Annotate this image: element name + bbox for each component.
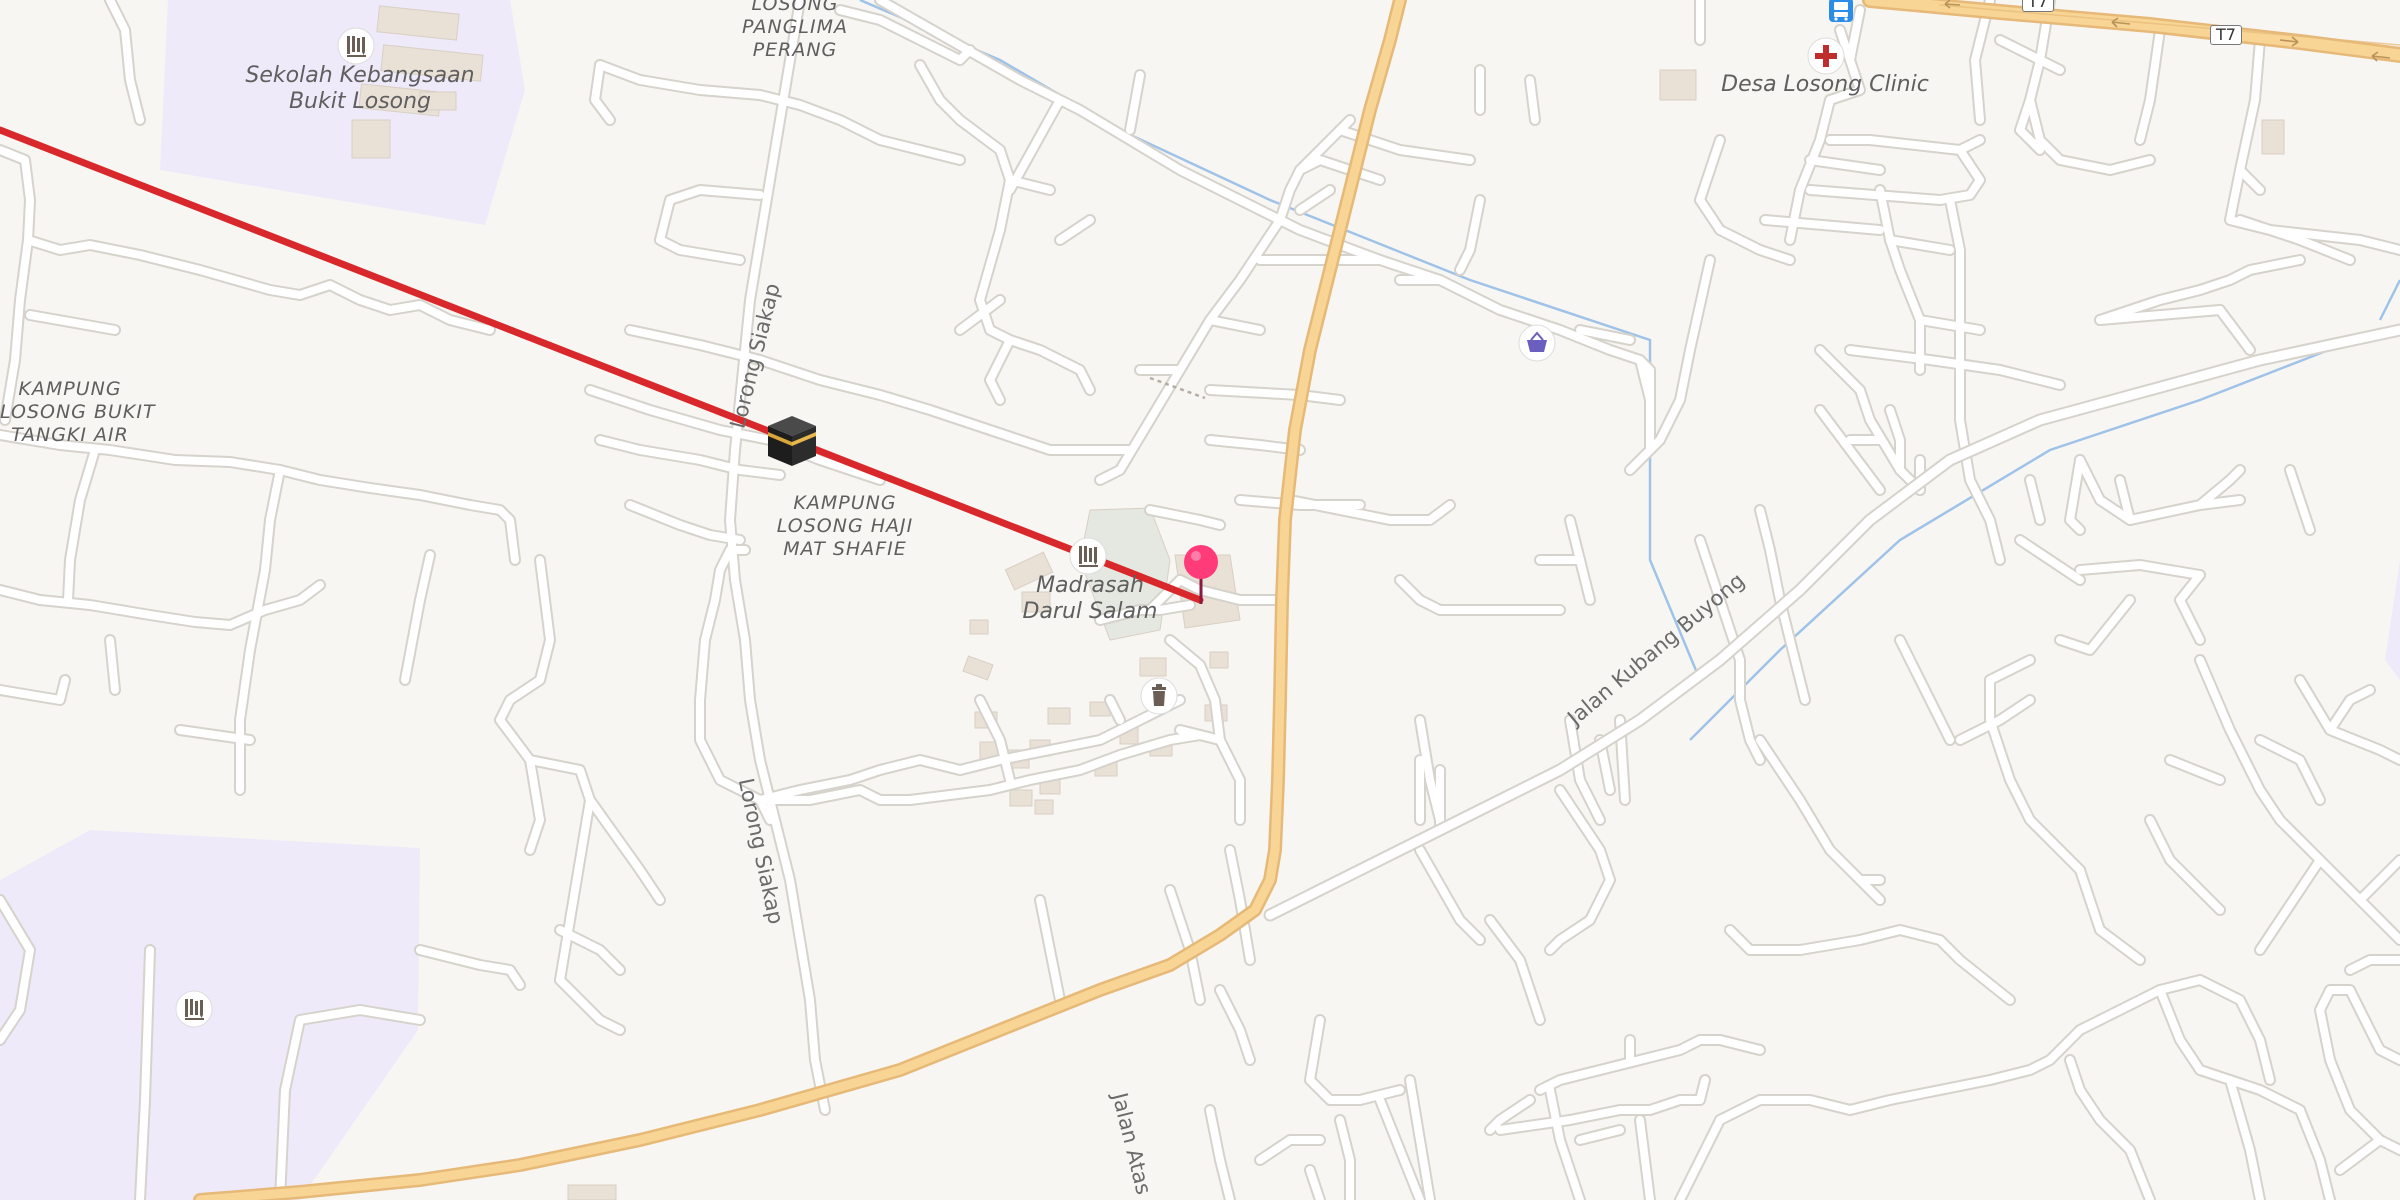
minor-road [2216,306,2254,354]
poi-label-line: Madrasah [1036,573,1144,598]
location-pin-icon[interactable] [1178,542,1224,608]
clinic-cross-icon[interactable] [1806,36,1846,76]
minor-road [1546,1086,1584,1200]
minor-road [1916,316,1984,334]
minor-road [1636,1116,1654,1200]
minor-road [1676,1116,1724,1200]
minor-road [956,116,1004,154]
minor-road [1006,96,1064,194]
minor-road [1761,216,1884,234]
poi-label-line: Sekolah Kebangsaan [245,63,475,88]
school-icon[interactable] [174,989,214,1029]
place-label-line: LOSONG HAJI [776,514,914,537]
minor-road [596,436,784,479]
minor-road [2226,1076,2264,1200]
place-label-line: KAMPUNG [793,492,897,514]
minor-road [2316,986,2364,1064]
minor-road [2146,816,2224,914]
minor-road [626,501,744,544]
poi-label-line: Darul Salam [1022,599,1158,625]
route-shield-t7: T7 [2210,25,2242,45]
minor-road [2026,476,2044,524]
waste-basket-icon[interactable] [1139,676,1179,716]
school-icon[interactable] [336,26,376,66]
jalan-kubang-buyong-road [1263,323,2400,922]
minor-road [1956,136,1984,154]
minor-road [2056,596,2134,654]
minor-road [1106,696,1124,724]
minor-road [2336,1136,2384,1174]
map-canvas[interactable]: KAMPUNG LOSONG BUKIT TANGKI AIR LOSONG P… [0,0,2400,1200]
poi-label-line: Bukit Losong [288,89,432,115]
landuse-east-edge [2385,560,2400,680]
minor-road [1996,36,2064,74]
mosque-kaaba-icon[interactable] [762,410,822,470]
minor-road [1036,896,1064,1004]
poi-label-madrasah[interactable]: Madrasah Darul Salam [1010,573,1170,626]
place-label-line: PANGLIMA [741,15,849,38]
minor-road [1986,656,2034,684]
minor-road [2296,1106,2334,1200]
minor-road [401,551,434,684]
minor-road [1526,76,1539,124]
place-label-line: LOSONG BUKIT [0,400,156,423]
minor-road [556,976,624,1034]
place-label-losong-bukit-tangki-air: KAMPUNG LOSONG BUKIT TANGKI AIR [0,378,156,446]
minor-road [2286,466,2314,534]
qibla-route-line [0,126,1204,604]
minor-road [1896,636,1954,744]
place-label-losong-panglima-perang: LOSONG PANGLIMA PERANG [720,0,870,61]
minor-road [2226,36,2400,254]
minor-road [24,236,494,334]
minor-road [2256,1036,2274,1084]
place-label-line: LOSONG [751,0,839,15]
minor-road [1126,71,1144,134]
shop-basket-icon[interactable] [1517,323,1557,363]
route-shield-t7: T7 [2022,0,2054,12]
minor-road [1726,926,2014,1004]
minor-road [1216,986,1254,1064]
place-label-losong-haji-mat-shafie: KAMPUNG LOSONG HAJI MAT SHAFIE [760,492,930,560]
minor-road [1576,1126,1624,1144]
minor-road [1306,1166,1324,1200]
minor-road [1206,316,1264,334]
place-label-line: KAMPUNG [18,378,122,400]
madrasah-icon[interactable] [1068,536,1108,576]
minor-road [1806,156,1884,174]
bus-stop-icon[interactable] [1826,0,1856,26]
minor-road [586,796,664,904]
minor-road [1226,846,1254,964]
minor-road [1696,136,1724,204]
minor-road [2356,856,2400,904]
minor-road [2016,536,2084,584]
minor-road [1486,916,1544,1024]
poi-label-school[interactable]: Sekolah Kebangsaan Bukit Losong [220,63,500,116]
place-label-line: MAT SHAFIE [783,537,907,560]
minor-road [2256,856,2324,954]
minor-road [106,636,119,694]
minor-road [1416,846,1484,944]
minor-road [2166,756,2224,784]
place-label-line: TANGKI AIR [11,423,129,446]
minor-road [1256,1136,1324,1164]
place-label-line: PERANG [752,38,838,61]
